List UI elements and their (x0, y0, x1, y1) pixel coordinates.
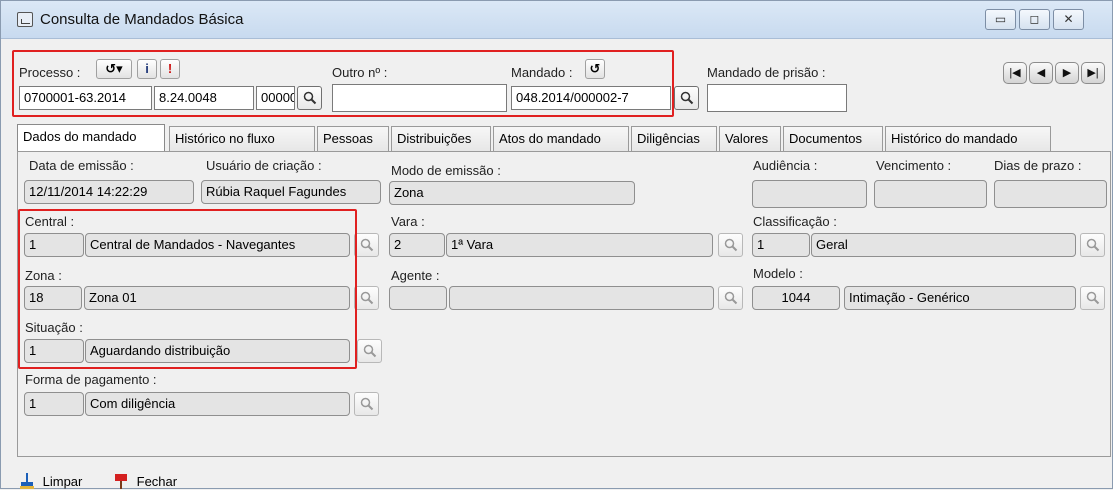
maximize-button[interactable]: ◻ (1019, 9, 1050, 30)
search-icon (1086, 291, 1100, 305)
dias-prazo-field (994, 180, 1107, 208)
exit-sign-icon (115, 474, 127, 489)
usuario-label: Usuário de criação : (206, 158, 322, 173)
classificacao-code-field: 1 (752, 233, 810, 257)
tab-historico-mandado[interactable]: Histórico do mandado (885, 126, 1051, 152)
mandado-search-button[interactable] (674, 86, 699, 110)
classificacao-search-button[interactable] (1080, 233, 1105, 257)
search-icon (360, 238, 374, 252)
limpar-button[interactable]: Limpar (19, 473, 82, 489)
tab-distribuicoes[interactable]: Distribuições (391, 126, 491, 152)
tab-diligencias[interactable]: Diligências (631, 126, 717, 152)
classificacao-name-field: Geral (811, 233, 1076, 257)
fechar-label: Fechar (136, 474, 178, 489)
search-icon (360, 291, 374, 305)
pagamento-code-field: 1 (24, 392, 84, 416)
search-icon (724, 291, 738, 305)
modelo-code-field: 1044 (752, 286, 840, 310)
dias-prazo-label: Dias de prazo : (994, 158, 1082, 173)
title-bar: Consulta de Mandados Básica ▭ ◻ ✕ (1, 1, 1112, 39)
central-search-button[interactable] (354, 233, 379, 257)
prisao-label: Mandado de prisão : (707, 65, 826, 80)
fechar-button[interactable]: Fechar (113, 473, 177, 489)
prisao-field[interactable] (707, 84, 847, 112)
app-icon (17, 12, 33, 27)
search-icon (360, 397, 374, 411)
search-icon (1086, 238, 1100, 252)
vara-label: Vara : (391, 214, 425, 229)
vara-search-button[interactable] (718, 233, 743, 257)
close-button[interactable]: ✕ (1053, 9, 1084, 30)
classificacao-label: Classificação : (753, 214, 837, 229)
pagamento-search-button[interactable] (354, 392, 379, 416)
tab-atos-mandado[interactable]: Atos do mandado (493, 126, 629, 152)
search-icon (363, 344, 377, 358)
pagamento-name-field: Com diligência (85, 392, 350, 416)
search-highlight (12, 50, 674, 117)
footer-toolbar: Limpar Fechar (1, 457, 1112, 490)
agente-code-field (389, 286, 447, 310)
tab-documentos[interactable]: Documentos (783, 126, 883, 152)
modelo-label: Modelo : (753, 266, 803, 281)
audiencia-field (752, 180, 867, 208)
audiencia-label: Audiência : (753, 158, 818, 173)
prev-record-button[interactable]: ◀ (1029, 62, 1053, 84)
tab-valores[interactable]: Valores (719, 126, 781, 152)
vara-name-field: 1ª Vara (446, 233, 713, 257)
limpar-label: Limpar (42, 474, 83, 489)
data-emissao-field: 12/11/2014 14:22:29 (24, 180, 194, 204)
modo-emissao-label: Modo de emissão : (391, 163, 501, 178)
modo-emissao-field: Zona (389, 181, 635, 205)
next-record-button[interactable]: ▶ (1055, 62, 1079, 84)
agente-search-button[interactable] (718, 286, 743, 310)
main-window: Consulta de Mandados Básica ▭ ◻ ✕ Proces… (0, 0, 1113, 489)
status-highlight (18, 209, 357, 369)
minimize-button[interactable]: ▭ (985, 9, 1016, 30)
data-emissao-label: Data de emissão : (29, 158, 134, 173)
search-icon (680, 91, 694, 105)
zona-search-button[interactable] (354, 286, 379, 310)
last-record-button[interactable]: ▶| (1081, 62, 1105, 84)
tab-dados-mandado[interactable]: Dados do mandado (17, 124, 165, 153)
tab-pessoas[interactable]: Pessoas (317, 126, 389, 152)
agente-label: Agente : (391, 268, 440, 283)
broom-icon (20, 473, 34, 489)
vencimento-label: Vencimento : (876, 158, 952, 173)
tab-historico-fluxo[interactable]: Histórico no fluxo (169, 126, 315, 152)
pagamento-label: Forma de pagamento : (25, 372, 157, 387)
situacao-search-button[interactable] (357, 339, 382, 363)
vara-code-field: 2 (389, 233, 445, 257)
usuario-field: Rúbia Raquel Fagundes (201, 180, 381, 204)
modelo-search-button[interactable] (1080, 286, 1105, 310)
modelo-name-field: Intimação - Genérico (844, 286, 1076, 310)
vencimento-field (874, 180, 987, 208)
window-title: Consulta de Mandados Básica (40, 11, 244, 28)
search-icon (724, 238, 738, 252)
agente-name-field (449, 286, 714, 310)
first-record-button[interactable]: |◀ (1003, 62, 1027, 84)
